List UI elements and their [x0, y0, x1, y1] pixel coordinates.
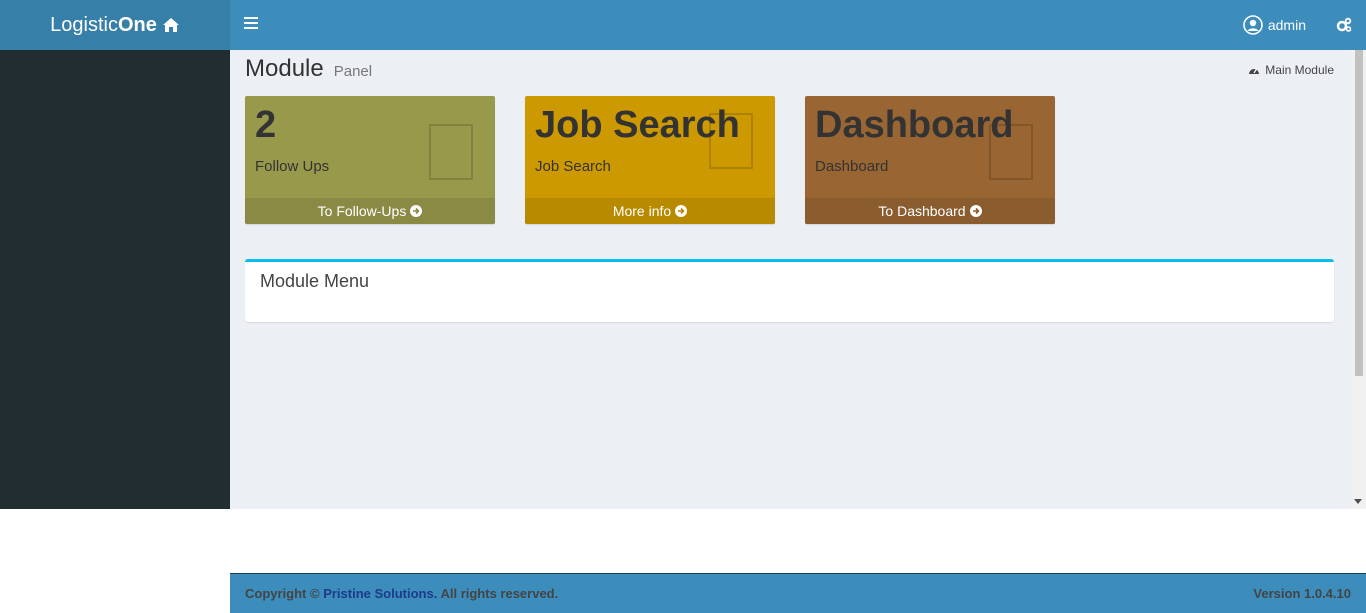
to-follow-ups-link[interactable]: To Follow-Ups — [245, 198, 495, 224]
to-dashboard-link[interactable]: To Dashboard — [805, 198, 1055, 224]
copyright: Copyright © Pristine Solutions. All righ… — [245, 586, 558, 601]
box-value: Job Search — [535, 104, 740, 146]
logo-text-bold: One — [117, 13, 157, 36]
arrow-circle-right-icon — [410, 205, 423, 217]
module-menu-box: Module Menu — [245, 259, 1334, 322]
module-menu-title: Module Menu — [260, 271, 370, 291]
box-footer-label: More info — [612, 203, 672, 219]
box-footer-label: To Dashboard — [878, 203, 966, 219]
page-subtitle: Panel — [333, 63, 373, 80]
rights-text: All rights reserved. — [440, 586, 559, 601]
content-area: Module Panel Main Module 2 Follow Ups To… — [230, 50, 1351, 509]
box-value: Dashboard — [815, 104, 1014, 146]
breadcrumb[interactable]: Main Module — [1248, 63, 1334, 77]
page-footer: Copyright © Pristine Solutions. All righ… — [230, 573, 1366, 613]
sidebar-toggle-icon[interactable] — [244, 17, 258, 33]
box-footer-label: To Follow-Ups — [317, 203, 407, 219]
user-menu[interactable]: admin — [1243, 15, 1306, 35]
page-header: Module Panel — [245, 55, 372, 83]
scrollbar-thumb[interactable] — [1355, 50, 1363, 376]
user-name: admin — [1267, 17, 1306, 33]
breadcrumb-label: Main Module — [1265, 63, 1334, 77]
box-label: Follow Ups — [255, 158, 330, 175]
dashboard-box: Dashboard Dashboard To Dashboard — [805, 96, 1055, 224]
version-label: Version 1.0.4.10 — [1253, 586, 1351, 601]
scroll-down-arrow-icon[interactable] — [1354, 499, 1362, 504]
gears-icon[interactable] — [1336, 17, 1352, 33]
arrow-circle-right-icon — [675, 205, 688, 217]
arrow-circle-right-icon — [969, 205, 982, 217]
user-circle-icon — [1243, 15, 1263, 35]
job-search-box: Job Search Job Search More info — [525, 96, 775, 224]
page-title: Module — [245, 55, 324, 82]
app-logo[interactable]: Logistic One — [0, 0, 230, 50]
more-info-link[interactable]: More info — [525, 198, 775, 224]
follow-ups-box: 2 Follow Ups To Follow-Ups — [245, 96, 495, 224]
logo-text-light: Logistic — [50, 13, 118, 36]
box-value: 2 — [255, 104, 277, 146]
copyright-prefix: Copyright © — [245, 586, 320, 601]
home-icon — [162, 17, 180, 33]
box-label: Dashboard — [815, 158, 889, 175]
vertical-scrollbar[interactable] — [1351, 50, 1366, 509]
sidebar — [0, 50, 230, 509]
dashboard-icon — [1248, 65, 1260, 75]
top-navbar: admin — [230, 0, 1366, 50]
box-label: Job Search — [535, 158, 611, 175]
company-link[interactable]: Pristine Solutions. — [323, 586, 437, 601]
